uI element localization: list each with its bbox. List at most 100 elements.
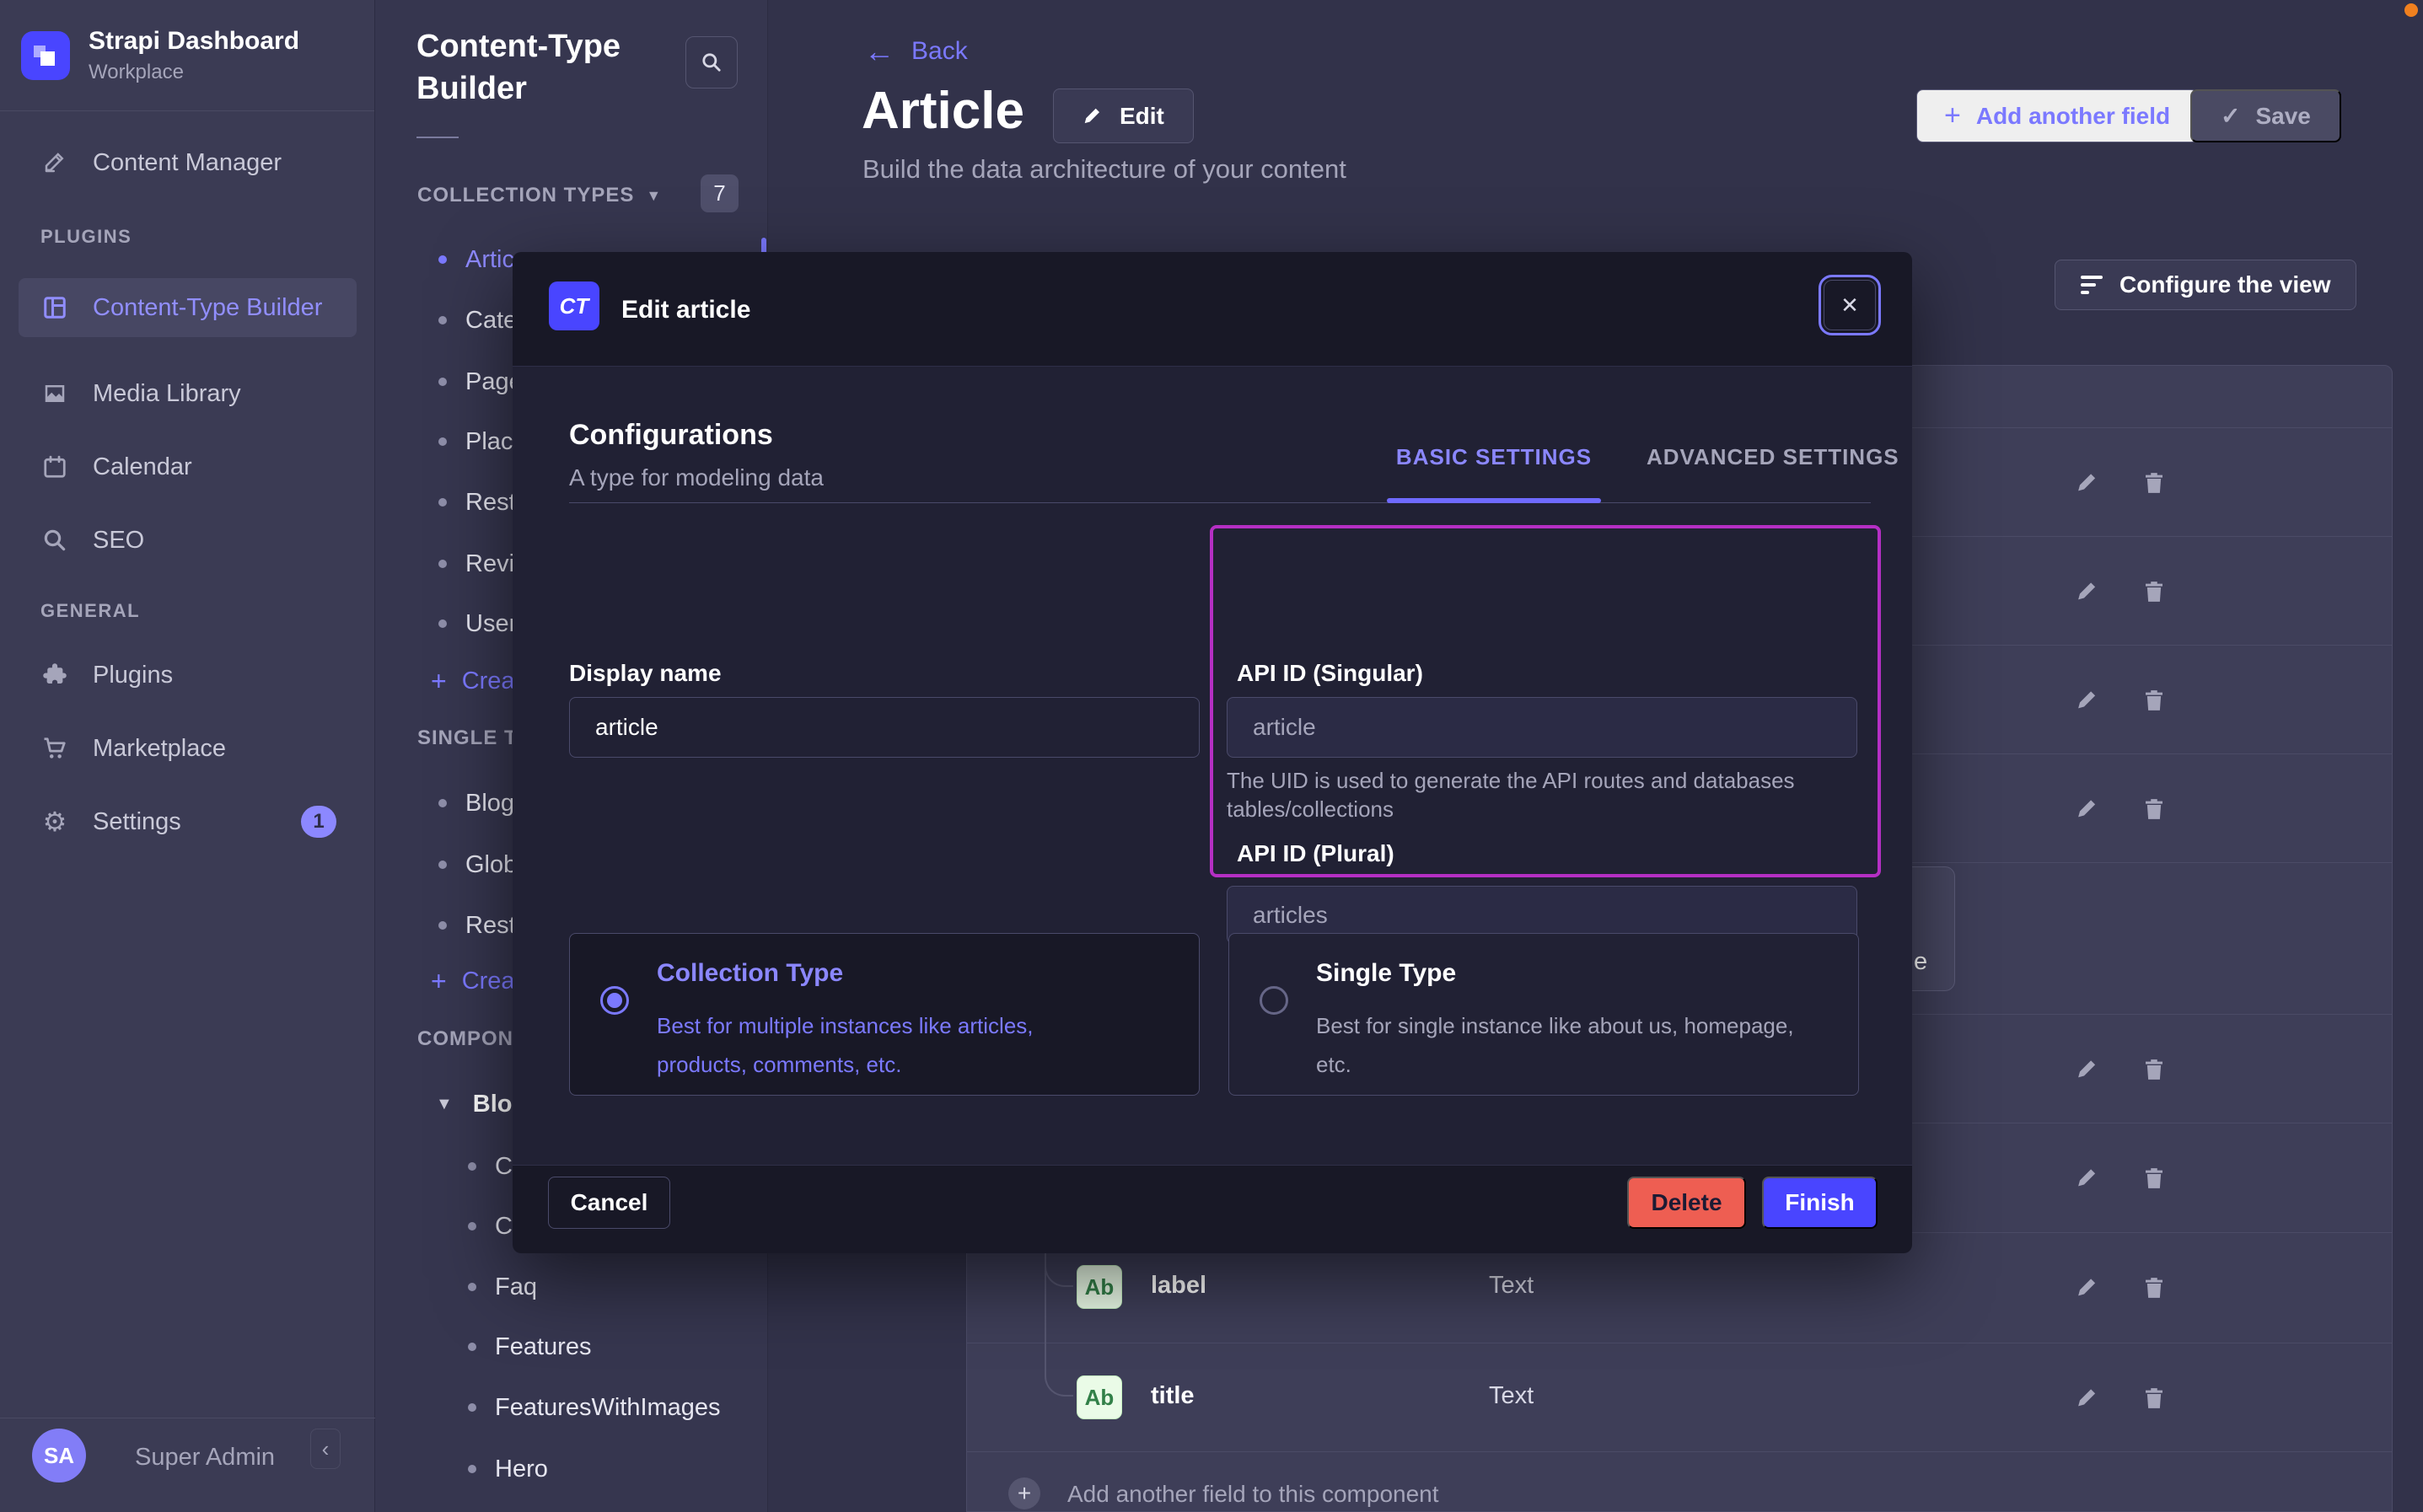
add-field-row-label: Add another field to this component [1067,1481,1439,1508]
bullet-icon [468,1465,476,1473]
content-type-badge: CT [549,281,599,330]
search-button[interactable] [685,36,738,88]
edit-field-icon[interactable] [2073,1054,2103,1085]
tab-basic-settings[interactable]: BASIC SETTINGS [1387,444,1601,470]
sidebar-item-label: Content-Type Builder [93,294,322,322]
display-name-label: Display name [569,660,722,687]
sidebar-item-label: Media Library [93,380,241,408]
configure-view-button[interactable]: Configure the view [2055,260,2356,310]
tabs-divider [569,502,1871,503]
bullet-icon [438,799,447,807]
item-label: User [465,610,517,638]
plus-icon: + [431,966,447,997]
add-field-row[interactable]: + Add another field to this component [967,1451,2392,1512]
edit-field-icon[interactable] [2073,1273,2103,1303]
edit-field-icon[interactable] [2073,794,2103,824]
delete-field-icon[interactable] [2139,468,2169,498]
item-label: Rest [465,912,516,940]
bullet-icon [438,619,447,628]
puzzle-icon [40,662,69,688]
delete-field-icon[interactable] [2139,1273,2169,1303]
close-icon: ✕ [1840,292,1859,319]
back-link[interactable]: ← Back [864,34,968,69]
field-type: Text [1489,1272,1534,1300]
sidebar-item-media-library[interactable]: Media Library [19,364,357,423]
delete-field-icon[interactable] [2139,794,2169,824]
configurations-subheading: A type for modeling data [569,464,824,491]
sidebar-item-label: SEO [93,527,144,555]
avatar[interactable]: SA [32,1429,86,1483]
sidebar-item-label: Content Manager [93,149,282,177]
cart-icon [40,736,69,761]
sidebar-item-content-manager[interactable]: Content Manager [19,133,357,192]
display-name-input[interactable] [569,697,1200,758]
field-name: label [1151,1272,1206,1300]
api-id-singular-label: API ID (Singular) [1237,660,1423,687]
collection-type-card[interactable]: Collection Type Best for multiple instan… [569,933,1200,1096]
item-label: Revi [465,550,514,578]
item-label: Glob [465,851,517,879]
sidebar-item-label: Marketplace [93,735,226,763]
collection-types-header[interactable]: COLLECTION TYPES ▼ [417,184,662,207]
partial-text: e [1914,948,1927,976]
collapse-sidebar-button[interactable]: ‹ [310,1429,341,1469]
collection-types-count: 7 [701,174,739,212]
api-id-singular-input[interactable] [1227,697,1857,758]
delete-field-icon[interactable] [2139,685,2169,716]
media-library-icon [40,381,69,406]
bullet-icon [438,498,447,507]
sidebar-item-label: Calendar [93,453,192,481]
component-item[interactable]: FeaturesWithImages [375,1382,768,1433]
edit-field-icon[interactable] [2073,468,2103,498]
strapi-app: Strapi Dashboard Workplace Content Manag… [0,0,2423,1512]
radio-unselected-icon[interactable] [1260,986,1288,1015]
edit-button[interactable]: Edit [1053,88,1194,143]
close-button[interactable]: ✕ [1824,280,1876,330]
radio-selected-icon[interactable] [600,986,629,1015]
modal-header: CT Edit article ✕ [513,252,1912,367]
edit-field-icon[interactable] [2073,685,2103,716]
panel-title: Content-Type Builder [416,25,653,110]
add-another-field-button[interactable]: + Add another field [1916,89,2198,142]
sidebar-item-calendar[interactable]: Calendar [19,437,357,496]
bullet-icon [468,1283,476,1291]
chevron-down-icon: ▼ [646,187,662,205]
sidebar-item-settings[interactable]: ⚙ Settings 1 [19,792,357,851]
bullet-icon [438,316,447,324]
component-item[interactable]: Faq [375,1262,768,1312]
sidebar-section-plugins: PLUGINS [40,226,132,248]
modal-body: Configurations A type for modeling data … [513,367,1912,1165]
component-item[interactable]: Features [375,1322,768,1372]
sidebar-item-plugins[interactable]: Plugins [19,646,357,705]
search-icon [701,51,723,73]
single-type-card[interactable]: Single Type Best for single instance lik… [1228,933,1859,1096]
sidebar-item-seo[interactable]: SEO [19,511,357,570]
edit-field-icon[interactable] [2073,1383,2103,1413]
components-header[interactable]: COMPONE [417,1027,528,1051]
delete-field-icon[interactable] [2139,1163,2169,1193]
workspace-logo[interactable]: Strapi Dashboard Workplace [21,27,299,84]
strapi-logo-icon [21,31,70,80]
check-icon: ✓ [2221,102,2240,130]
save-button[interactable]: ✓ Save [2190,89,2341,142]
edit-field-icon[interactable] [2073,576,2103,607]
finish-button[interactable]: Finish [1762,1177,1878,1229]
cancel-button[interactable]: Cancel [548,1177,670,1229]
user-name: Super Admin [135,1444,275,1472]
main-sidebar: Strapi Dashboard Workplace Content Manag… [0,0,375,1512]
edit-article-modal: CT Edit article ✕ Configurations A type … [513,252,1912,1253]
edit-field-icon[interactable] [2073,1163,2103,1193]
sidebar-item-marketplace[interactable]: Marketplace [19,719,357,778]
calendar-icon [40,454,69,480]
tab-advanced-settings[interactable]: ADVANCED SETTINGS [1647,444,1899,470]
page-title: Article [862,81,1024,141]
delete-button[interactable]: Delete [1627,1177,1746,1229]
sidebar-item-content-type-builder[interactable]: Content-Type Builder [19,278,357,337]
field-name: title [1151,1382,1195,1410]
component-item[interactable]: Hero [375,1444,768,1494]
delete-field-icon[interactable] [2139,1383,2169,1413]
delete-field-icon[interactable] [2139,1054,2169,1085]
delete-field-icon[interactable] [2139,576,2169,607]
api-id-plural-label: API ID (Plural) [1237,840,1394,867]
user-row: SA Super Admin ‹ [0,1418,375,1512]
